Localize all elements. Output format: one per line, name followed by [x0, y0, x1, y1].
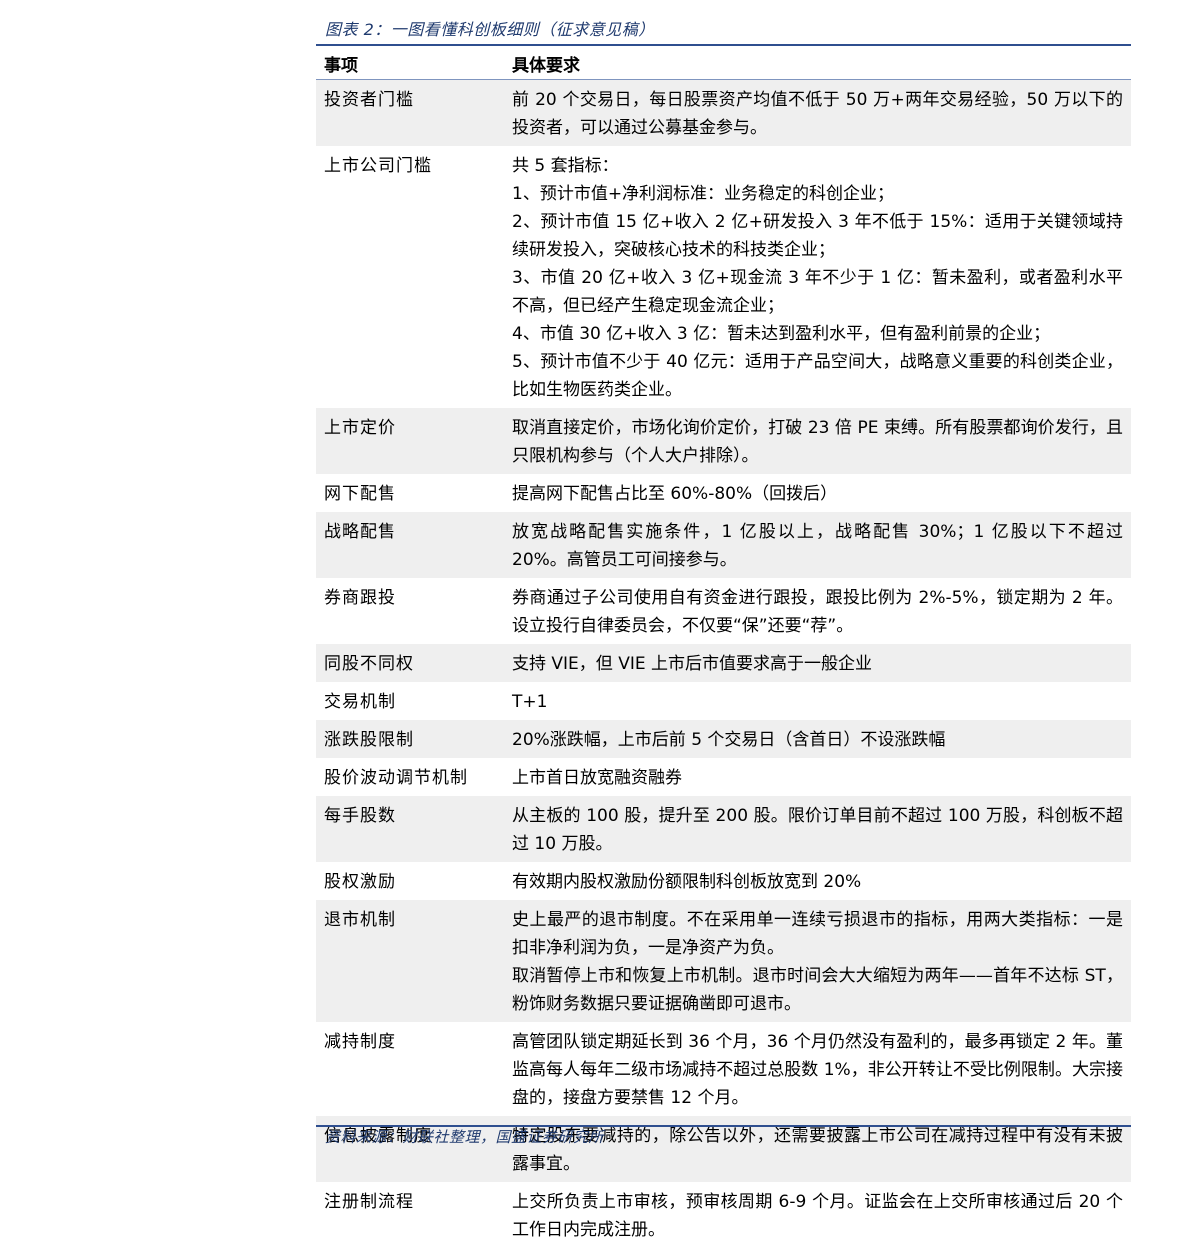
row-requirement: 提高网下配售占比至 60%-80%（回拨后）: [506, 480, 1131, 508]
row-requirement: 共 5 套指标： 1、预计市值+净利润标准：业务稳定的科创企业； 2、预计市值 15…: [506, 152, 1131, 404]
source-note: 资料来源：财联社整理，国盛证券研究所: [325, 1128, 605, 1146]
row-requirement: 高管团队锁定期延长到 36 个月，36 个月仍然没有盈利的，最多再锁定 2 年。…: [506, 1028, 1131, 1112]
row-requirement: 上交所负责上市审核，预审核周期 6-9 个月。证监会在上交所审核通过后 20 个…: [506, 1188, 1131, 1244]
table-row: 退市机制 史上最严的退市制度。不在采用单一连续亏损退市的指标，用两大类指标：一是扣…: [316, 900, 1131, 1022]
table-row: 上市定价 取消直接定价，市场化询价定价，打破 23 倍 PE 束缚。所有股票都询价…: [316, 408, 1131, 474]
requirement-line: 前 20 个交易日，每日股票资产均值不低于 50 万+两年交易经验，50 万以下…: [512, 90, 1123, 138]
table-row: 涨跌股限制 20%涨跌幅，上市后前 5 个交易日（含首日）不设涨跌幅: [316, 720, 1131, 758]
row-item: 券商跟投: [324, 588, 396, 608]
table-row: 网下配售 提高网下配售占比至 60%-80%（回拨后）: [316, 474, 1131, 512]
table-row: 战略配售 放宽战略配售实施条件，1 亿股以上，战略配售 30%；1 亿股以下不超过…: [316, 512, 1131, 578]
row-item: 涨跌股限制: [324, 730, 414, 750]
row-requirement: 券商通过子公司使用自有资金进行跟投，跟投比例为 2%-5%，锁定期为 2 年。设…: [506, 584, 1131, 640]
row-item: 网下配售: [324, 484, 396, 504]
table-row: 减持制度 高管团队锁定期延长到 36 个月，36 个月仍然没有盈利的，最多再锁定 …: [316, 1022, 1131, 1116]
row-requirement: 放宽战略配售实施条件，1 亿股以上，战略配售 30%；1 亿股以下不超过 20%…: [506, 518, 1131, 574]
row-item: 退市机制: [324, 910, 396, 930]
table-row: 交易机制 T+1: [316, 682, 1131, 720]
requirement-line: 20%涨跌幅，上市后前 5 个交易日（含首日）不设涨跌幅: [512, 730, 946, 750]
row-requirement: 取消直接定价，市场化询价定价，打破 23 倍 PE 束缚。所有股票都询价发行，且…: [506, 414, 1131, 470]
row-item: 减持制度: [324, 1032, 396, 1052]
table-row: 上市公司门槛 共 5 套指标： 1、预计市值+净利润标准：业务稳定的科创企业； 2、预…: [316, 146, 1131, 408]
requirement-line: 放宽战略配售实施条件，1 亿股以上，战略配售 30%；1 亿股以下不超过 20%…: [512, 522, 1123, 570]
row-requirement: 前 20 个交易日，每日股票资产均值不低于 50 万+两年交易经验，50 万以下…: [506, 86, 1131, 142]
requirement-line: 1、预计市值+净利润标准：业务稳定的科创企业；: [512, 184, 895, 204]
row-requirement: 从主板的 100 股，提升至 200 股。限价订单目前不超过 100 万股，科创…: [506, 802, 1131, 858]
table-row: 注册制流程 上交所负责上市审核，预审核周期 6-9 个月。证监会在上交所审核通过后…: [316, 1182, 1131, 1248]
requirement-line: 从主板的 100 股，提升至 200 股。限价订单目前不超过 100 万股，科创…: [512, 806, 1123, 854]
requirement-line: 取消暂停上市和恢复上市机制。退市时间会大大缩短为两年——首年不达标 ST，粉饰财…: [512, 966, 1123, 1014]
requirement-line: 高管团队锁定期延长到 36 个月，36 个月仍然没有盈利的，最多再锁定 2 年。…: [512, 1032, 1123, 1108]
requirement-line: 3、市值 20 亿+收入 3 亿+现金流 3 年不少于 1 亿：暂未盈利，或者盈…: [512, 268, 1123, 316]
requirement-line: 2、预计市值 15 亿+收入 2 亿+研发投入 3 年不低于 15%：适用于关键…: [512, 212, 1123, 260]
requirement-line: 上市首日放宽融资融券: [512, 768, 682, 788]
requirement-line: 有效期内股权激励份额限制科创板放宽到 20%: [512, 872, 862, 892]
row-item: 同股不同权: [324, 654, 414, 674]
row-item: 投资者门槛: [324, 90, 414, 110]
requirement-line: 券商通过子公司使用自有资金进行跟投，跟投比例为 2%-5%，锁定期为 2 年。设…: [512, 588, 1123, 636]
row-requirement: 史上最严的退市制度。不在采用单一连续亏损退市的指标，用两大类指标：一是扣非净利润…: [506, 906, 1131, 1018]
row-item: 交易机制: [324, 692, 396, 712]
row-requirement: 支持 VIE，但 VIE 上市后市值要求高于一般企业: [506, 650, 1131, 678]
requirement-line: 史上最严的退市制度。不在采用单一连续亏损退市的指标，用两大类指标：一是扣非净利润…: [512, 910, 1123, 958]
requirement-line: 5、预计市值不少于 40 亿元：适用于产品空间大，战略意义重要的科创类企业，比如…: [512, 352, 1123, 400]
requirement-line: 取消直接定价，市场化询价定价，打破 23 倍 PE 束缚。所有股票都询价发行，且…: [512, 418, 1123, 466]
figure-caption: 图表 2：一图看懂科创板细则（征求意见稿）: [325, 20, 655, 39]
requirement-line: T+1: [512, 692, 548, 712]
row-item: 股价波动调节机制: [324, 768, 468, 788]
requirement-line: 4、市值 30 亿+收入 3 亿：暂未达到盈利水平，但有盈利前景的企业；: [512, 324, 1051, 344]
table-row: 同股不同权 支持 VIE，但 VIE 上市后市值要求高于一般企业: [316, 644, 1131, 682]
row-item: 上市定价: [324, 418, 396, 438]
row-requirement: 上市首日放宽融资融券: [506, 764, 1131, 792]
header-requirement: 具体要求: [512, 56, 580, 76]
row-requirement: 有效期内股权激励份额限制科创板放宽到 20%: [506, 868, 1131, 896]
requirement-line: 支持 VIE，但 VIE 上市后市值要求高于一般企业: [512, 654, 872, 674]
table-row: 券商跟投 券商通过子公司使用自有资金进行跟投，跟投比例为 2%-5%，锁定期为 2…: [316, 578, 1131, 644]
table-row: 每手股数 从主板的 100 股，提升至 200 股。限价订单目前不超过 100 万…: [316, 796, 1131, 862]
row-item: 每手股数: [324, 806, 396, 826]
row-item: 股权激励: [324, 872, 396, 892]
table-header: 事项 具体要求: [316, 46, 1131, 79]
row-item: 战略配售: [324, 522, 396, 542]
table-row: 股价波动调节机制 上市首日放宽融资融券: [316, 758, 1131, 796]
row-requirement: 20%涨跌幅，上市后前 5 个交易日（含首日）不设涨跌幅: [506, 726, 1131, 754]
requirement-line: 上交所负责上市审核，预审核周期 6-9 个月。证监会在上交所审核通过后 20 个…: [512, 1192, 1123, 1240]
row-item: 上市公司门槛: [324, 156, 432, 176]
requirement-line: 共 5 套指标：: [512, 156, 619, 176]
row-requirement: T+1: [506, 688, 1131, 716]
requirement-line: 提高网下配售占比至 60%-80%（回拨后）: [512, 484, 838, 504]
header-item: 事项: [324, 56, 358, 76]
row-item: 注册制流程: [324, 1192, 414, 1212]
table-body: 投资者门槛 前 20 个交易日，每日股票资产均值不低于 50 万+两年交易经验，5…: [316, 80, 1131, 1248]
table-row: 投资者门槛 前 20 个交易日，每日股票资产均值不低于 50 万+两年交易经验，5…: [316, 80, 1131, 146]
table-row: 股权激励 有效期内股权激励份额限制科创板放宽到 20%: [316, 862, 1131, 900]
